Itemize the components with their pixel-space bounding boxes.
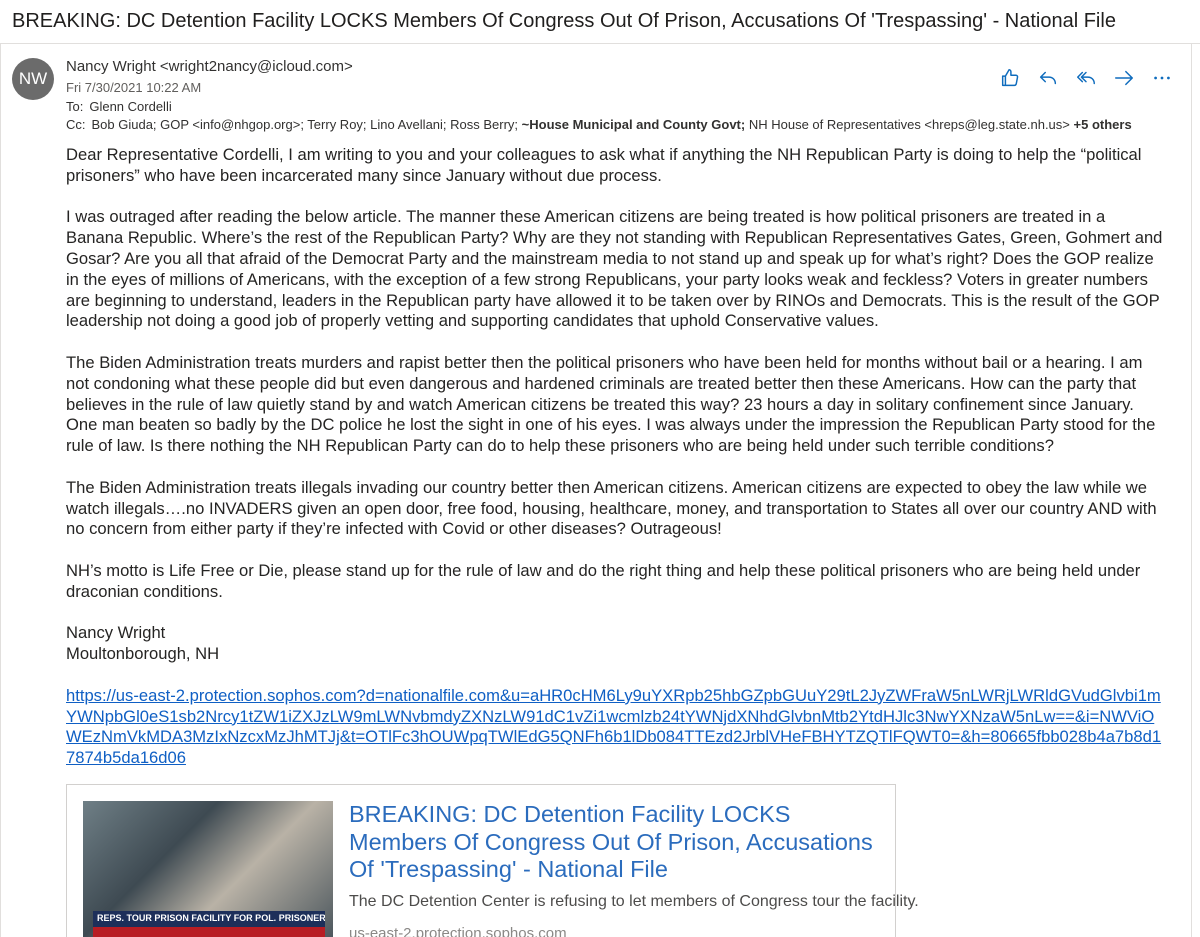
- reply-all-button[interactable]: [1074, 66, 1098, 90]
- more-recipients-button[interactable]: +5 others: [1074, 117, 1132, 132]
- avatar[interactable]: NW: [12, 58, 54, 100]
- cc-recipients[interactable]: Bob Giuda; GOP <info@nhgop.org>; Terry R…: [92, 117, 519, 132]
- thumbnail-banner: REPS. TOUR PRISON FACILITY FOR POL. PRIS…: [93, 911, 325, 927]
- sent-date: Fri 7/30/2021 10:22 AM: [66, 80, 202, 95]
- forward-button[interactable]: [1112, 66, 1136, 90]
- to-recipients[interactable]: Glenn Cordelli: [89, 99, 171, 114]
- preview-thumbnail[interactable]: REPS. TOUR PRISON FACILITY FOR POL. PRIS…: [83, 801, 333, 937]
- message-actions: [998, 66, 1174, 90]
- body-paragraph: I was outraged after reading the below a…: [66, 207, 1163, 331]
- sender-name[interactable]: Nancy Wright <wright2nancy@icloud.com>: [66, 58, 353, 75]
- to-line: To: Glenn Cordelli: [66, 99, 172, 114]
- to-label: To:: [66, 99, 84, 114]
- body-paragraph: The Biden Administration treats murders …: [66, 352, 1156, 456]
- cc-recipients-2[interactable]: NH House of Representatives <hreps@leg.s…: [749, 117, 1070, 132]
- reply-button[interactable]: [1036, 66, 1060, 90]
- more-actions-button[interactable]: [1150, 66, 1174, 90]
- body-paragraph: The Biden Administration treats illegals…: [66, 477, 1157, 539]
- body-paragraph: NH’s motto is Life Free or Die, please s…: [66, 560, 1141, 601]
- message-body: Dear Representative Cordelli, I am writi…: [66, 145, 1166, 769]
- thumbnail-ticker: [93, 927, 325, 937]
- like-button[interactable]: [998, 66, 1022, 90]
- reply-icon: [1039, 71, 1057, 85]
- email-subject: BREAKING: DC Detention Facility LOCKS Me…: [0, 0, 1200, 44]
- more-icon: [1154, 76, 1170, 80]
- cc-line: Cc: Bob Giuda; GOP <info@nhgop.org>; Terr…: [66, 117, 1132, 132]
- signature-location: Moultonborough, NH: [66, 644, 220, 664]
- signature-name: Nancy Wright: [66, 623, 166, 643]
- preview-description: The DC Detention Center is refusing to l…: [349, 893, 919, 910]
- link-preview-card[interactable]: REPS. TOUR PRISON FACILITY FOR POL. PRIS…: [66, 784, 919, 937]
- forward-icon: [1115, 70, 1133, 86]
- preview-title[interactable]: BREAKING: DC Detention Facility LOCKS Me…: [349, 801, 889, 884]
- reply-all-icon: [1077, 71, 1095, 85]
- cc-label: Cc:: [66, 117, 86, 132]
- body-paragraph: Dear Representative Cordelli, I am writi…: [66, 145, 1142, 185]
- preview-domain: us-east-2.protection.sophos.com: [349, 925, 567, 937]
- thumbs-up-icon: [1001, 69, 1019, 87]
- signature: Nancy Wright Moultonborough, NH: [66, 623, 1166, 665]
- cc-group-recipient[interactable]: ~House Municipal and County Govt;: [522, 117, 746, 132]
- article-link[interactable]: https://us-east-2.protection.sophos.com?…: [66, 686, 1166, 769]
